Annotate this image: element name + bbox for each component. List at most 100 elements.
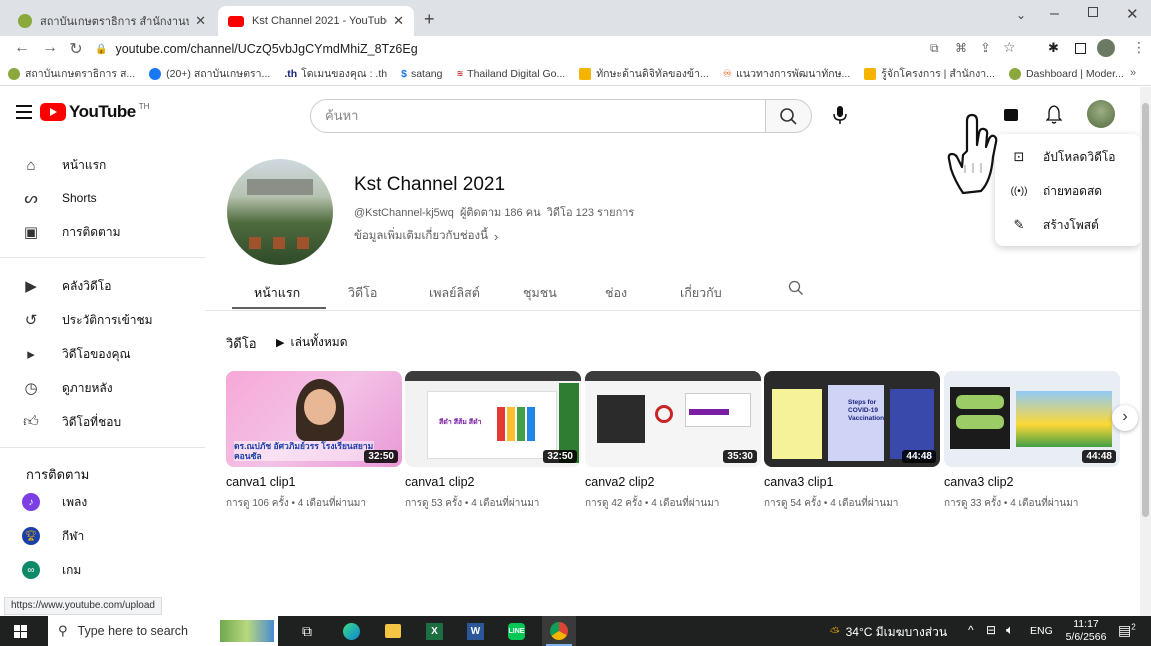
- video-title[interactable]: canva1 clip2: [405, 475, 581, 489]
- menu-item-go-live[interactable]: ((•)) ถ่ายทอดสด: [995, 174, 1140, 208]
- video-thumbnail[interactable]: ดร.ณปภัช อัศวภิมย์วรร โรงเรียนสยามคอนซัล…: [226, 371, 402, 467]
- browser-tab-active[interactable]: Kst Channel 2021 - YouTube ✕: [218, 6, 414, 36]
- youtube-logo[interactable]: YouTube TH: [40, 102, 149, 122]
- bookmark-item[interactable]: ทักษะด้านดิจิทัลของข้า...: [579, 65, 709, 82]
- close-window-icon[interactable]: ✕: [1126, 5, 1139, 23]
- guide-menu-icon[interactable]: [16, 105, 32, 119]
- search-input[interactable]: ค้นหา: [310, 99, 766, 133]
- search-button[interactable]: [766, 99, 812, 133]
- share-icon[interactable]: ⇪: [980, 40, 991, 56]
- clock[interactable]: 11:17 5/6/2566: [1064, 618, 1108, 644]
- task-view-icon[interactable]: ⧉: [302, 623, 312, 640]
- word-icon[interactable]: W: [467, 623, 484, 640]
- channel-more-info[interactable]: ข้อมูลเพิ่มเติมเกี่ยวกับช่องนี้ ›: [354, 227, 498, 245]
- back-icon[interactable]: ←: [12, 39, 32, 57]
- language-indicator[interactable]: ENG: [1030, 625, 1053, 637]
- menu-item-create-post[interactable]: ✎ สร้างโพสต์: [995, 208, 1140, 242]
- video-card[interactable]: 44:48 canva3 clip2 การดู 33 ครั้ง • 4 เด…: [944, 371, 1120, 511]
- bookmark-item[interactable]: Dashboard | Moder...: [1008, 67, 1124, 80]
- sidebar-item-liked[interactable]: 👍︎ วิดีโอที่ชอบ: [22, 409, 121, 435]
- browser-menu-icon[interactable]: ⋮: [1132, 39, 1146, 56]
- bookmark-item[interactable]: ♾ แนวทางการพัฒนาทักษ...: [723, 65, 851, 82]
- channel-avatar[interactable]: [227, 159, 333, 265]
- side-panel-icon[interactable]: [1075, 43, 1086, 54]
- sidebar-item-watch-later[interactable]: ◷ ดูภายหลัง: [22, 375, 112, 401]
- video-thumbnail[interactable]: 35:30: [585, 371, 761, 467]
- bookmark-item[interactable]: (20+) สถาบันเกษตรา...: [149, 65, 270, 82]
- maximize-icon[interactable]: [1088, 7, 1098, 17]
- network-icon[interactable]: ⊟: [986, 623, 996, 637]
- extensions-icon[interactable]: ✱: [1048, 40, 1059, 56]
- tab-videos[interactable]: วิดีโอ: [348, 283, 377, 303]
- volume-icon[interactable]: 🔈︎: [1006, 622, 1014, 638]
- video-card[interactable]: 35:30 canva2 clip2 การดู 42 ครั้ง • 4 เด…: [585, 371, 761, 511]
- sidebar-sub-music[interactable]: ♪ เพลง: [22, 489, 87, 515]
- tab-community[interactable]: ชุมชน: [523, 283, 557, 303]
- sidebar-sub-gaming[interactable]: ∞ เกม: [22, 557, 81, 583]
- bookmark-item[interactable]: ≋ Thailand Digital Go...: [456, 68, 565, 80]
- video-thumbnail[interactable]: 44:48: [944, 371, 1120, 467]
- video-title[interactable]: canva2 clip2: [585, 475, 761, 489]
- voice-search-icon[interactable]: [830, 103, 850, 127]
- notifications-icon[interactable]: [1045, 104, 1063, 129]
- sidebar-sub-sports[interactable]: 🏆︎ กีฬา: [22, 523, 84, 549]
- close-tab-icon[interactable]: ✕: [393, 13, 404, 29]
- forward-icon[interactable]: →: [40, 39, 60, 57]
- show-hidden-icons-icon[interactable]: ^: [968, 623, 974, 637]
- shelf-next-icon[interactable]: ›: [1112, 405, 1138, 431]
- browser-tab[interactable]: สถาบันเกษตราธิการ สำนักงานปลัดกระ ✕: [8, 6, 216, 36]
- sidebar-item-your-videos[interactable]: ▸ วิดีโอของคุณ: [22, 341, 130, 367]
- windows-taskbar: ⚲ Type here to search ⧉ X W LINE ⛅︎ 34°C…: [0, 616, 1151, 646]
- tabs-divider: [205, 310, 1140, 311]
- satang-icon: $: [401, 67, 407, 80]
- close-tab-icon[interactable]: ✕: [195, 13, 206, 29]
- tab-about[interactable]: เกี่ยวกับ: [680, 283, 722, 303]
- tab-home[interactable]: หน้าแรก: [254, 283, 300, 303]
- line-app-icon[interactable]: LINE: [508, 623, 525, 640]
- menu-item-upload[interactable]: ⊡ อัปโหลดวิดีโอ: [995, 140, 1140, 174]
- video-card[interactable]: สีดำ สีส้ม สีดำ 32:50 canva1 clip2 การดู…: [405, 371, 581, 511]
- tab-search-icon[interactable]: ⌄: [1016, 8, 1026, 22]
- excel-icon[interactable]: X: [426, 623, 443, 640]
- reload-icon[interactable]: ↻: [66, 39, 86, 59]
- more-bookmarks-icon[interactable]: »: [1130, 67, 1136, 79]
- page-scrollbar-thumb[interactable]: [1142, 103, 1149, 517]
- video-title[interactable]: canva1 clip1: [226, 475, 402, 489]
- page-scrollbar-track[interactable]: [1140, 87, 1151, 616]
- bookmark-item[interactable]: $ satang: [401, 68, 442, 80]
- taskbar-search-input[interactable]: ⚲ Type here to search: [48, 616, 278, 646]
- sidebar-item-subscriptions[interactable]: ▣ การติดตาม: [22, 219, 121, 245]
- video-card[interactable]: ดร.ณปภัช อัศวภิมย์วรร โรงเรียนสยามคอนซัล…: [226, 371, 402, 511]
- edge-icon[interactable]: [343, 623, 360, 640]
- install-app-icon[interactable]: ⧉: [930, 41, 939, 56]
- bookmark-star-icon[interactable]: ☆: [1003, 39, 1016, 56]
- sidebar-item-library[interactable]: ▶ คลังวิดีโอ: [22, 273, 111, 299]
- video-card[interactable]: Steps for COVID-19 Vaccination 44:48 can…: [764, 371, 940, 511]
- bookmark-item[interactable]: .th โดเมนของคุณ : .th: [284, 65, 387, 82]
- video-title[interactable]: canva3 clip1: [764, 475, 940, 489]
- account-avatar[interactable]: [1087, 100, 1115, 128]
- bookmark-item[interactable]: สถาบันเกษตราธิการ ส...: [8, 65, 135, 82]
- bookmark-item[interactable]: รู้จักโครงการ | สำนักงา...: [864, 65, 995, 82]
- windows-start-icon[interactable]: [14, 625, 27, 638]
- sidebar-item-shorts[interactable]: ᔕ Shorts: [22, 185, 96, 211]
- address-bar[interactable]: 🔒 youtube.com/channel/UCzQ5vbJgCYmdMhiZ_…: [95, 38, 925, 60]
- tab-channels[interactable]: ช่อง: [605, 283, 627, 303]
- sidebar-item-home[interactable]: ⌂ หน้าแรก: [22, 152, 106, 178]
- channel-search-icon[interactable]: [788, 280, 804, 301]
- video-title[interactable]: canva3 clip2: [944, 475, 1120, 489]
- sidebar-item-history[interactable]: ↺ ประวัติการเข้าชม: [22, 307, 153, 333]
- tab-playlists[interactable]: เพลย์ลิสต์: [429, 283, 480, 303]
- play-all-button[interactable]: ▶ เล่นทั้งหมด: [276, 333, 348, 352]
- new-tab-icon[interactable]: +: [424, 9, 435, 30]
- file-explorer-icon[interactable]: [385, 624, 401, 638]
- translate-icon[interactable]: ⌘: [955, 41, 967, 55]
- notifications-center-icon[interactable]: ▤2: [1118, 622, 1136, 639]
- taskbar-chrome-active[interactable]: [542, 616, 576, 646]
- video-thumbnail[interactable]: สีดำ สีส้ม สีดำ 32:50: [405, 371, 581, 467]
- minimize-icon[interactable]: –: [1050, 5, 1059, 23]
- video-thumbnail[interactable]: Steps for COVID-19 Vaccination 44:48: [764, 371, 940, 467]
- create-video-icon[interactable]: [1004, 109, 1018, 121]
- profile-avatar-icon[interactable]: [1097, 39, 1115, 57]
- weather-widget[interactable]: ⛅︎ 34°C มีเมฆบางส่วน: [830, 623, 947, 642]
